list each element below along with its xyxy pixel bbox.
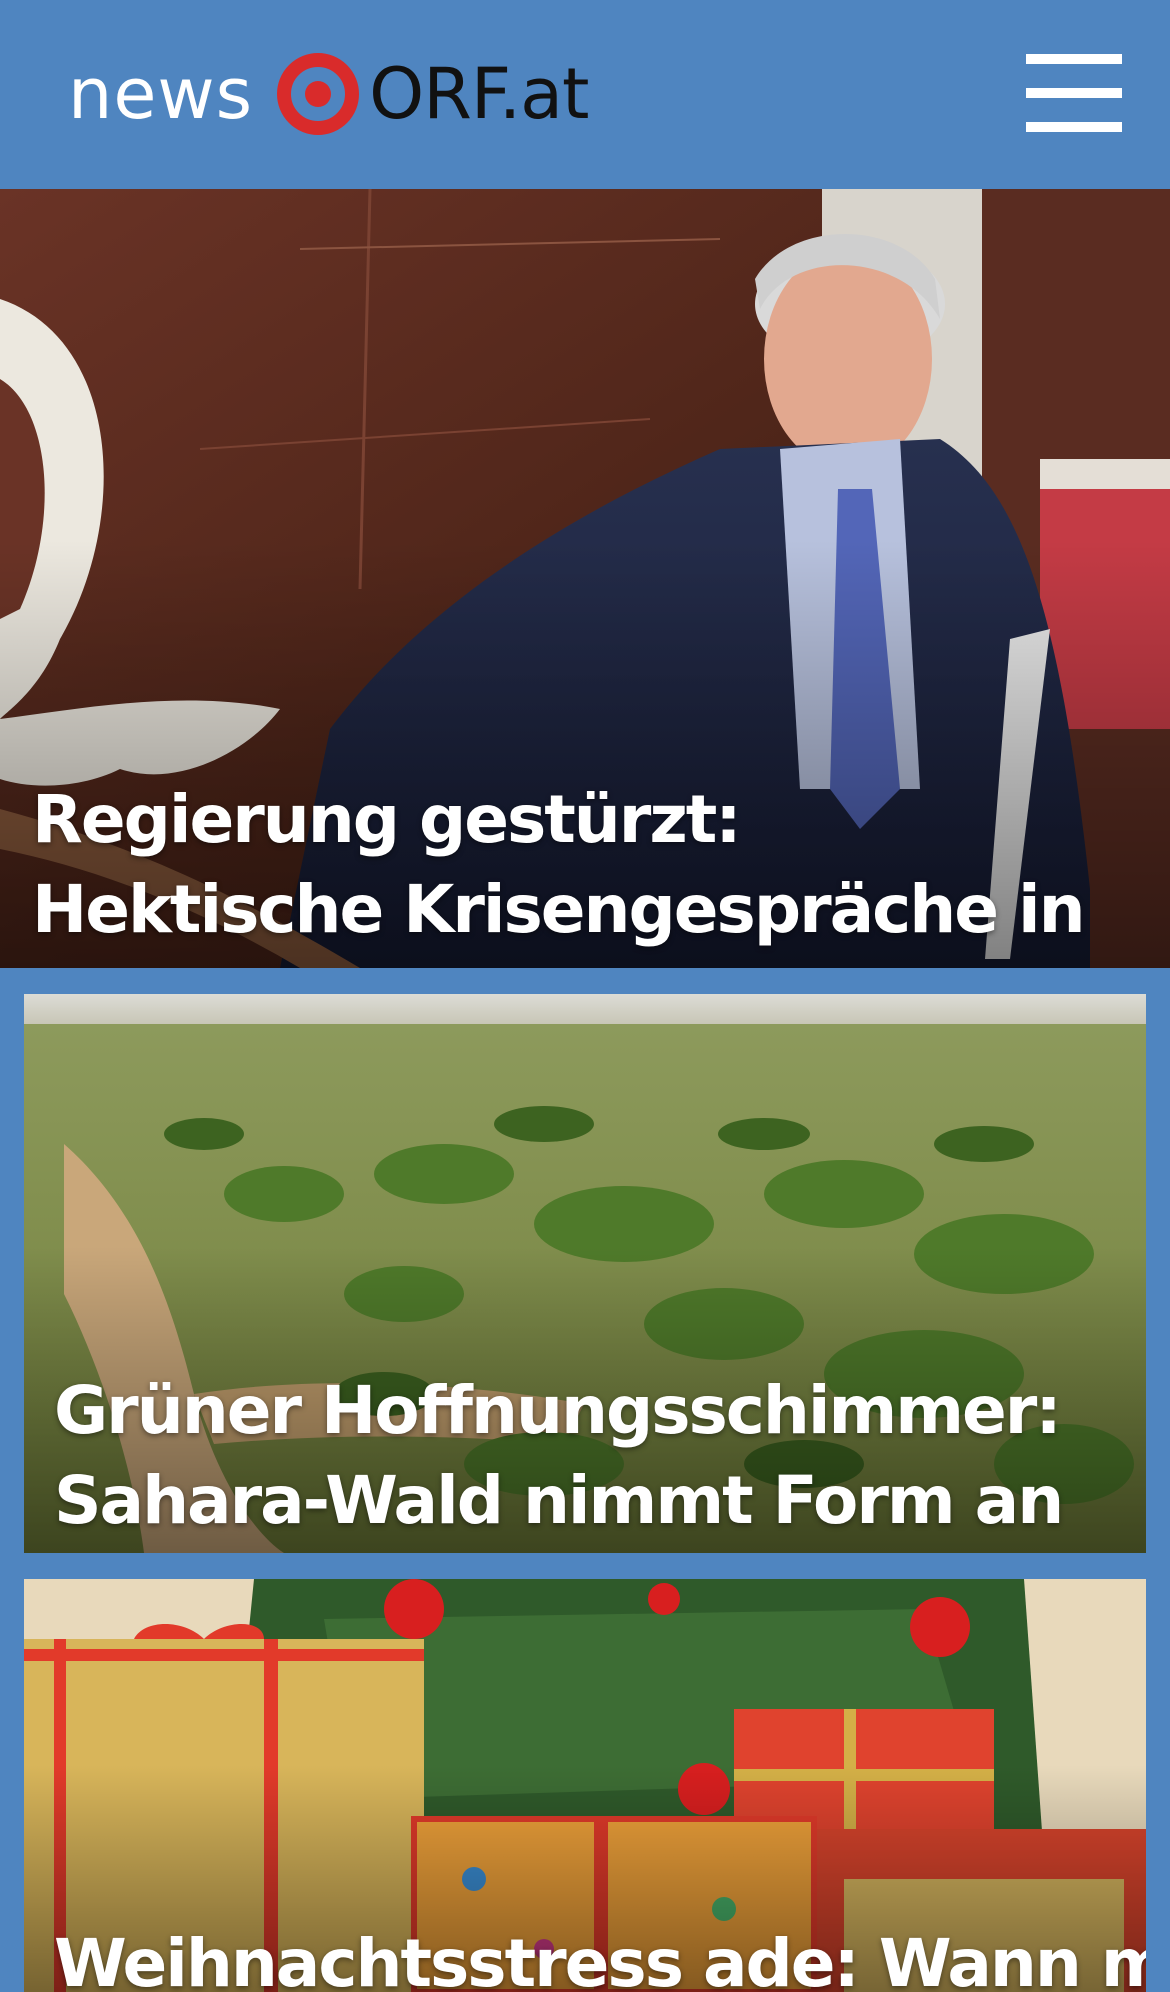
story-card[interactable]: Weihnachtsstress ade: Wann man xyxy=(24,1579,1146,1992)
brand-news-text: news xyxy=(68,53,254,135)
news-orf-logo[interactable]: news ORF.at xyxy=(68,48,590,140)
story-card[interactable]: Grüner Hoffnungsschimmer: Sahara-Wald ni… xyxy=(24,994,1146,1553)
story-headline[interactable]: Regierung gestürzt: Hektische Krisengesp… xyxy=(32,775,1092,968)
hamburger-menu-icon[interactable] xyxy=(1024,50,1124,138)
story-headline[interactable]: Grüner Hoffnungsschimmer: Sahara-Wald ni… xyxy=(54,1366,1114,1546)
story-headline[interactable]: Weihnachtsstress ade: Wann man xyxy=(54,1919,1146,1992)
brand-orf-text: ORF.at xyxy=(369,53,589,135)
top-bar: news ORF.at xyxy=(0,0,1170,189)
lead-story-card[interactable]: Regierung gestürzt: Hektische Krisengesp… xyxy=(0,189,1170,968)
orf-eye-logo-icon xyxy=(277,53,360,135)
